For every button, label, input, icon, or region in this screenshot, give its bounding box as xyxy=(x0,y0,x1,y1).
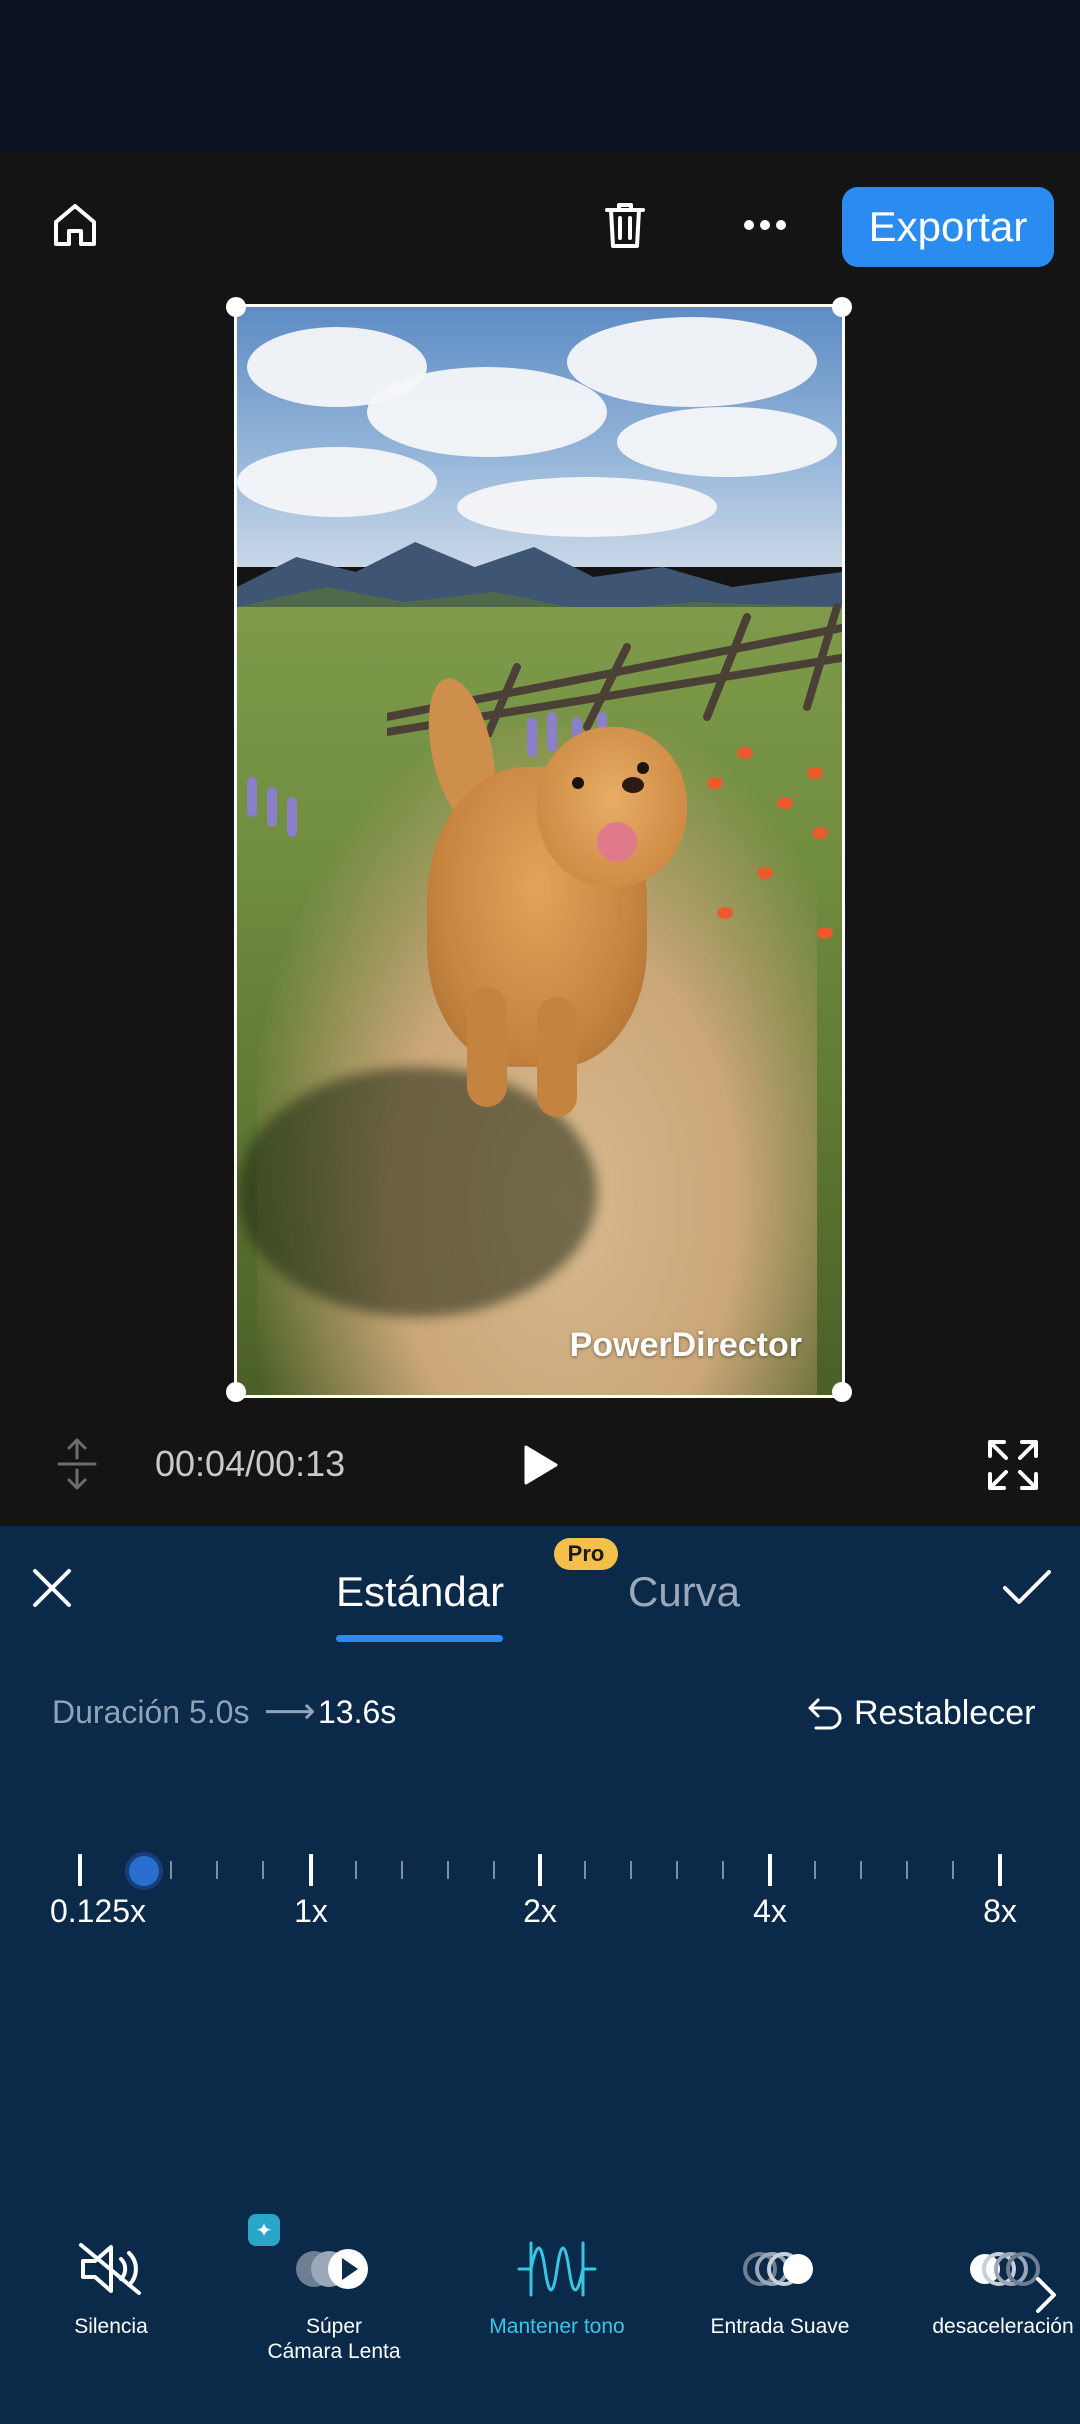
chevron-right-icon xyxy=(1036,2277,1056,2313)
undo-arrow-icon xyxy=(808,1698,842,1730)
confirm-button[interactable] xyxy=(996,1558,1058,1618)
slider-tick xyxy=(355,1861,357,1879)
video-frame xyxy=(237,307,842,1395)
fullscreen-button[interactable] xyxy=(978,1430,1048,1500)
slider-tick xyxy=(860,1861,862,1879)
tool-keep-pitch-label: Mantener tono xyxy=(489,2315,625,2338)
more-options-button[interactable] xyxy=(730,190,800,260)
navigation-bar xyxy=(0,2414,1080,2424)
super-slow-motion-icon xyxy=(296,2249,368,2289)
slider-tick xyxy=(952,1861,954,1879)
slider-tick-major xyxy=(998,1854,1002,1886)
slider-tick-major xyxy=(309,1854,313,1886)
reset-button[interactable]: Restablecer xyxy=(806,1688,1035,1738)
duration-arrow: ⟶ xyxy=(264,1690,316,1731)
duration-original: Duración 5.0s xyxy=(52,1694,250,1730)
slider-tick-major xyxy=(78,1854,82,1886)
trash-icon xyxy=(605,203,645,248)
tool-super-slow-motion-label: Súper Cámara Lenta xyxy=(267,2315,401,2364)
tool-keep-pitch[interactable]: Mantener tono xyxy=(462,2234,652,2339)
crop-handle-top-left[interactable] xyxy=(226,297,246,317)
checkmark-icon xyxy=(1003,1570,1051,1604)
close-button[interactable] xyxy=(22,1558,82,1618)
crop-handle-bottom-right[interactable] xyxy=(832,1382,852,1402)
tool-mute[interactable]: Silencia xyxy=(16,2234,206,2339)
slider-tick xyxy=(493,1861,495,1879)
status-bar xyxy=(0,0,1080,152)
slider-tick xyxy=(401,1861,403,1879)
speed-slider-knob[interactable] xyxy=(125,1852,163,1890)
slider-tick xyxy=(676,1861,678,1879)
slider-tick xyxy=(814,1861,816,1879)
delete-button[interactable] xyxy=(590,190,660,260)
slider-label-1x: 1x xyxy=(294,1893,328,1929)
slider-tick xyxy=(584,1861,586,1879)
export-button[interactable]: Exportar xyxy=(842,187,1054,267)
active-tab-indicator xyxy=(336,1635,503,1642)
slider-label-0125x: 0.125x xyxy=(49,1893,147,1929)
slider-tick xyxy=(722,1861,724,1879)
crop-handle-bottom-left[interactable] xyxy=(226,1382,246,1402)
slider-tick-major xyxy=(538,1854,542,1886)
expand-vertical-icon xyxy=(57,1438,97,1490)
ease-in-icon xyxy=(743,2252,813,2286)
crop-handle-top-right[interactable] xyxy=(832,297,852,317)
scroll-tools-right-button[interactable] xyxy=(1020,2270,1070,2320)
video-preview[interactable]: PowerDirector xyxy=(234,304,845,1398)
slider-tick-major xyxy=(768,1854,772,1886)
play-icon xyxy=(524,1445,558,1485)
home-icon xyxy=(54,204,96,246)
pro-badge: Pro xyxy=(554,1538,618,1570)
playback-timecode: 00:04/00:13 xyxy=(155,1443,346,1484)
reset-label: Restablecer xyxy=(854,1693,1036,1732)
tool-ease-in[interactable]: Entrada Suave xyxy=(685,2234,875,2339)
tool-ease-in-label: Entrada Suave xyxy=(710,2315,850,2338)
slider-tick xyxy=(216,1861,218,1879)
slider-label-4x: 4x xyxy=(753,1893,787,1929)
slider-label-8x: 8x xyxy=(983,1893,1017,1929)
slider-tick xyxy=(630,1861,632,1879)
slider-label-2x: 2x xyxy=(523,1893,557,1929)
duration-new: 13.6s xyxy=(318,1694,397,1730)
tab-standard[interactable]: Estándar xyxy=(336,1568,504,1616)
more-dots-icon xyxy=(744,220,786,230)
slider-tick xyxy=(170,1861,172,1879)
watermark-label: PowerDirector xyxy=(569,1326,802,1364)
fullscreen-icon xyxy=(988,1440,1038,1490)
resize-preview-button[interactable] xyxy=(50,1432,104,1496)
slider-tick xyxy=(262,1861,264,1879)
tool-super-slow-motion[interactable]: Súper Cámara Lenta xyxy=(239,2234,429,2364)
mute-icon xyxy=(79,2243,141,2295)
tool-mute-label: Silencia xyxy=(74,2315,148,2338)
keep-pitch-waveform-icon xyxy=(517,2241,597,2297)
close-icon xyxy=(33,1569,71,1607)
home-button[interactable] xyxy=(40,190,110,260)
play-button[interactable] xyxy=(510,1430,570,1500)
slider-tick xyxy=(906,1861,908,1879)
tab-curve[interactable]: Curva xyxy=(628,1568,740,1616)
slider-tick xyxy=(447,1861,449,1879)
